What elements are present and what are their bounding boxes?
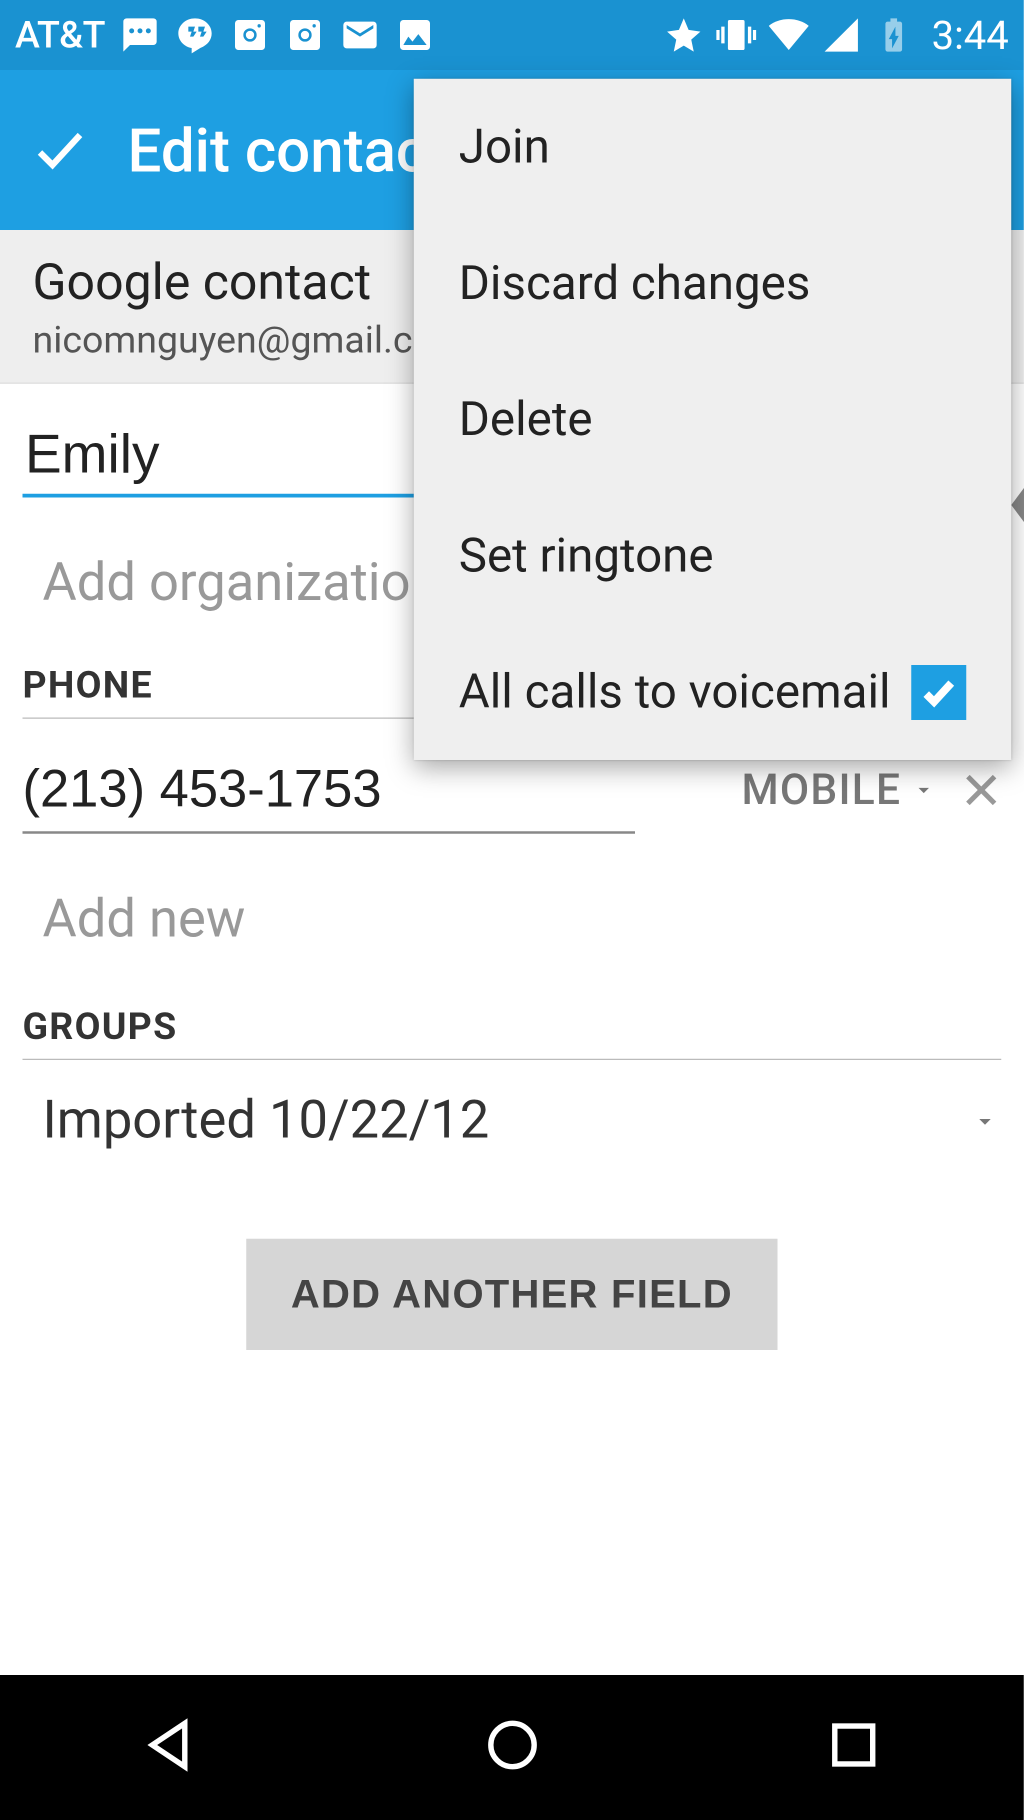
expand-name-icon[interactable]	[1011, 475, 1024, 535]
picture-icon	[395, 15, 435, 55]
phone-type-dropdown[interactable]: MOBILE	[741, 765, 936, 815]
voicemail-checkbox[interactable]	[911, 664, 966, 719]
nav-home-button[interactable]	[479, 1713, 544, 1783]
gmail-icon	[340, 15, 380, 55]
menu-item-join[interactable]: Join	[414, 79, 1012, 215]
menu-item-delete[interactable]: Delete	[414, 351, 1012, 487]
chevron-down-icon	[971, 1107, 999, 1135]
menu-item-label: All calls to voicemail	[459, 664, 891, 719]
star-icon	[664, 15, 704, 55]
page-title: Edit contact	[128, 114, 448, 185]
menu-item-label: Join	[459, 119, 550, 174]
add-another-field-button[interactable]: ADD ANOTHER FIELD	[246, 1239, 778, 1350]
close-icon	[961, 770, 1001, 810]
groups-value: Imported 10/22/12	[25, 1090, 971, 1151]
menu-item-label: Discard changes	[459, 256, 811, 311]
status-bar: AT&T 3:44	[0, 0, 1024, 70]
vibrate-icon	[717, 15, 757, 55]
delete-phone-button[interactable]	[961, 770, 1001, 810]
back-triangle-icon	[138, 1713, 203, 1778]
menu-item-ringtone[interactable]: Set ringtone	[414, 488, 1012, 624]
nav-recents-button[interactable]	[821, 1713, 886, 1783]
chevron-down-icon	[911, 778, 936, 803]
home-circle-icon	[479, 1713, 544, 1778]
groups-dropdown[interactable]: Imported 10/22/12	[23, 1090, 1002, 1151]
hangouts-icon	[175, 15, 215, 55]
wifi-icon	[769, 15, 809, 55]
menu-item-voicemail[interactable]: All calls to voicemail	[414, 624, 1012, 760]
carrier-label: AT&T	[15, 13, 105, 57]
recents-square-icon	[821, 1713, 886, 1778]
groups-section-label: GROUPS	[23, 1005, 1002, 1060]
overflow-menu: Join Discard changes Delete Set ringtone…	[414, 79, 1012, 760]
navigation-bar	[0, 1675, 1024, 1820]
check-icon	[920, 673, 958, 711]
phone-type-label: MOBILE	[741, 765, 901, 815]
add-phone-button[interactable]: Add new	[43, 889, 1002, 950]
clock-label: 3:44	[932, 11, 1009, 59]
sms-icon	[120, 15, 160, 55]
instagram-icon-2	[285, 15, 325, 55]
nav-back-button[interactable]	[138, 1713, 203, 1783]
menu-item-discard[interactable]: Discard changes	[414, 215, 1012, 351]
menu-item-label: Set ringtone	[459, 528, 714, 583]
menu-item-label: Delete	[459, 392, 593, 447]
signal-icon	[822, 15, 862, 55]
instagram-icon	[230, 15, 270, 55]
done-button[interactable]	[30, 120, 90, 180]
battery-icon	[874, 15, 914, 55]
